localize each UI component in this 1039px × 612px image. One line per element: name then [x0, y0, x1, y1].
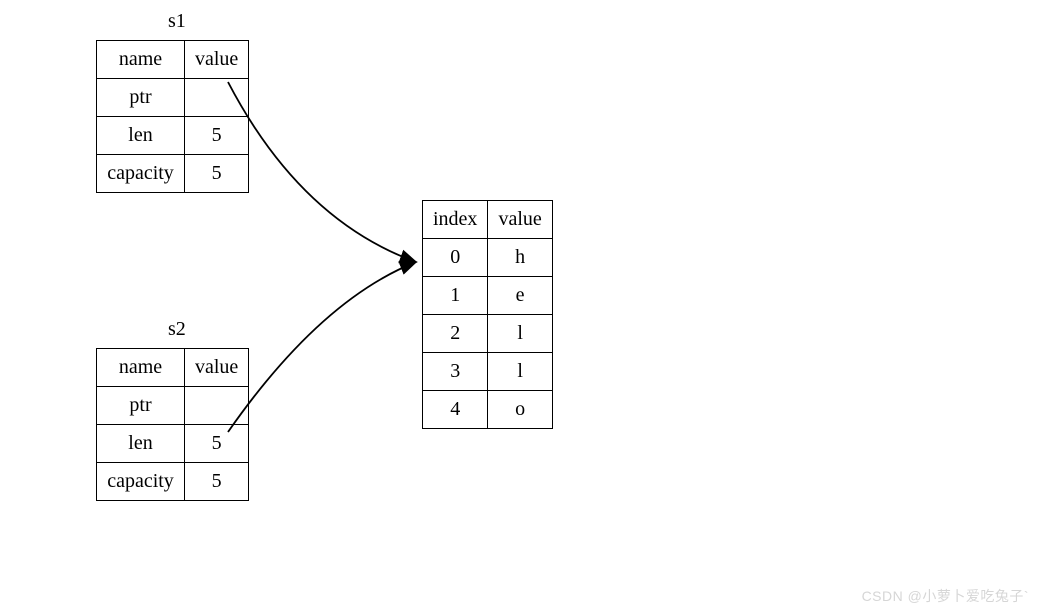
s1-row-ptr-name: ptr — [97, 79, 185, 117]
s1-title: s1 — [168, 10, 186, 33]
heap-row-0-value: h — [488, 239, 552, 277]
s1-row-len-value: 5 — [185, 117, 249, 155]
heap-row-1-value: e — [488, 277, 552, 315]
table-row: len 5 — [97, 117, 249, 155]
table-row: name value — [97, 41, 249, 79]
s1-row-capacity-value: 5 — [185, 155, 249, 193]
s2-row-len-name: len — [97, 425, 185, 463]
arrow-s2-ptr-to-heap — [228, 262, 416, 432]
watermark-text: CSDN @小萝卜爱吃兔子` — [862, 586, 1029, 606]
s2-row-ptr-value — [185, 387, 249, 425]
table-row: name value — [97, 349, 249, 387]
s1-row-len-name: len — [97, 117, 185, 155]
heap-row-4-index: 4 — [423, 391, 488, 429]
heap-row-4-value: o — [488, 391, 552, 429]
s2-row-ptr-name: ptr — [97, 387, 185, 425]
s2-struct-table: name value ptr len 5 capacity 5 — [96, 348, 249, 501]
s2-row-capacity-name: capacity — [97, 463, 185, 501]
table-row: len 5 — [97, 425, 249, 463]
heap-row-0-index: 0 — [423, 239, 488, 277]
table-row: ptr — [97, 387, 249, 425]
s2-header-value: value — [185, 349, 249, 387]
table-row: capacity 5 — [97, 155, 249, 193]
heap-row-1-index: 1 — [423, 277, 488, 315]
table-row: index value — [423, 201, 553, 239]
s1-header-name: name — [97, 41, 185, 79]
table-row: 0 h — [423, 239, 553, 277]
arrow-s1-ptr-to-heap — [228, 82, 416, 262]
table-row: 3 l — [423, 353, 553, 391]
s2-header-name: name — [97, 349, 185, 387]
s1-header-value: value — [185, 41, 249, 79]
heap-row-3-value: l — [488, 353, 552, 391]
s1-struct-table: name value ptr len 5 capacity 5 — [96, 40, 249, 193]
table-row: 4 o — [423, 391, 553, 429]
heap-row-2-value: l — [488, 315, 552, 353]
s2-row-len-value: 5 — [185, 425, 249, 463]
s2-title: s2 — [168, 318, 186, 341]
heap-row-3-index: 3 — [423, 353, 488, 391]
heap-buffer-table: index value 0 h 1 e 2 l 3 l 4 o — [422, 200, 553, 429]
table-row: capacity 5 — [97, 463, 249, 501]
s1-row-capacity-name: capacity — [97, 155, 185, 193]
heap-row-2-index: 2 — [423, 315, 488, 353]
heap-header-value: value — [488, 201, 552, 239]
table-row: ptr — [97, 79, 249, 117]
s1-row-ptr-value — [185, 79, 249, 117]
heap-header-index: index — [423, 201, 488, 239]
s2-row-capacity-value: 5 — [185, 463, 249, 501]
table-row: 1 e — [423, 277, 553, 315]
table-row: 2 l — [423, 315, 553, 353]
